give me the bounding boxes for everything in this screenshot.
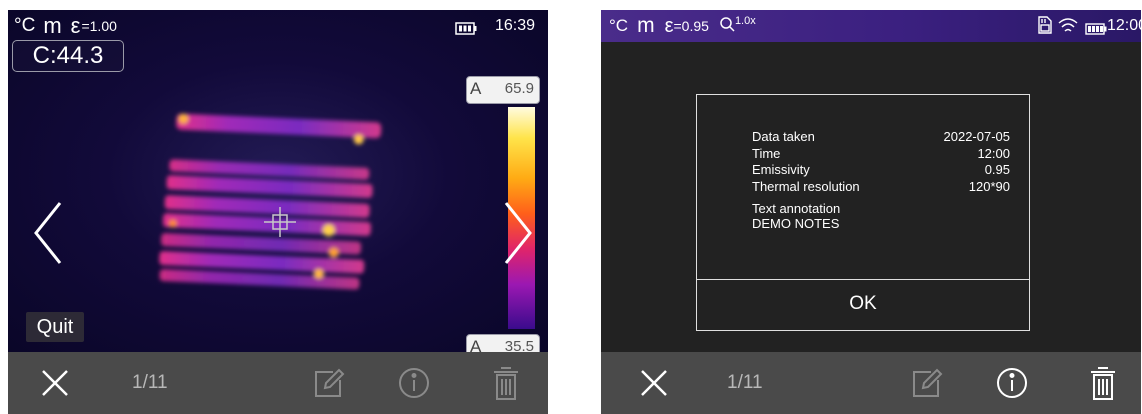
edit-icon[interactable] (308, 352, 348, 414)
edit-icon[interactable] (906, 352, 946, 414)
info-value: 2022-07-05 (943, 129, 1011, 144)
page-counter: 1/11 (727, 372, 763, 393)
emissivity-value: =0.95 (673, 18, 709, 34)
info-label: Emissivity (752, 162, 810, 177)
clock-time: 16:39 (495, 17, 536, 34)
info-icon[interactable] (992, 352, 1032, 414)
scale-max-value: 65.9 (504, 80, 534, 97)
battery-icon (455, 19, 477, 41)
emissivity-symbol: ε (664, 14, 674, 37)
zoom-level: 1.0x (734, 15, 756, 27)
info-label: Time (752, 146, 781, 161)
status-bar: °C m ε =0.95 1.0x 12:00 AM (601, 10, 1141, 42)
close-icon[interactable] (32, 352, 78, 414)
clock-time: 12:00 AM (1107, 17, 1141, 34)
emissivity-value: =1.00 (81, 18, 117, 34)
image-info-screen: °C m ε =0.95 1.0x 12:00 AM Data taken 20… (601, 10, 1141, 414)
dialog-divider (697, 279, 1029, 280)
status-bar: °C m ε =1.00 16:39 (8, 10, 548, 42)
sd-card-icon (1038, 16, 1052, 39)
image-info-dialog: Data taken 2022-07-05 Time 12:00 Emissiv… (696, 94, 1030, 331)
page-counter: 1/11 (132, 372, 168, 393)
battery-icon (1085, 20, 1107, 40)
scale-max-marker: A (470, 79, 482, 98)
ok-button[interactable]: OK (697, 281, 1029, 330)
image-info-details: Data taken 2022-07-05 Time 12:00 Emissiv… (752, 129, 1011, 231)
bottom-toolbar: 1/11 (8, 352, 548, 414)
zoom-icon (719, 16, 735, 37)
measure-mode-label: m (43, 13, 62, 38)
info-value: 120*90 (968, 179, 1010, 194)
scale-max-box[interactable]: A 65.9 (466, 76, 540, 104)
unit-label: °C (609, 16, 629, 35)
trash-icon[interactable] (1083, 352, 1123, 414)
thermal-image-viewer: °C m ε =1.00 16:39 C:44.3 A 65.9 A 35.5 … (8, 10, 548, 414)
info-icon[interactable] (394, 352, 434, 414)
emissivity-symbol: ε (70, 13, 81, 38)
trash-icon[interactable] (486, 352, 526, 414)
info-value: 12:00 (977, 146, 1010, 161)
chevron-left-icon[interactable] (30, 198, 70, 268)
chevron-right-icon[interactable] (498, 198, 538, 268)
wifi-icon (1058, 16, 1078, 39)
measure-mode-label: m (637, 14, 655, 37)
info-label: Data taken (752, 129, 815, 144)
center-temperature-reading: C:44.3 (12, 40, 124, 72)
info-value: 0.95 (984, 162, 1010, 177)
unit-label: °C (14, 15, 36, 36)
info-label: Thermal resolution (752, 179, 860, 194)
quit-button[interactable]: Quit (26, 312, 84, 342)
close-icon[interactable] (631, 352, 677, 414)
bottom-toolbar: 1/11 (601, 352, 1141, 414)
